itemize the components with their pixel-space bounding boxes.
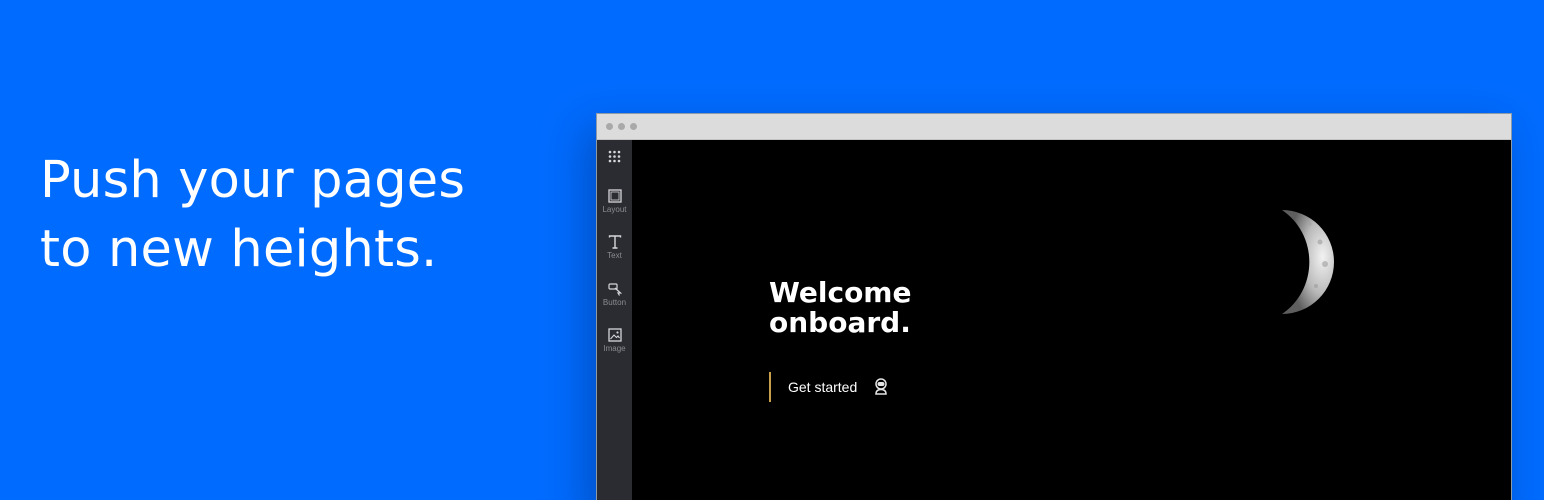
browser-titlebar [597, 114, 1511, 140]
browser-window: Layout Text Button Image Welcome onboard… [596, 113, 1512, 500]
hero-headline: Push your pages to new heights. [40, 146, 465, 284]
get-started-button[interactable]: Get started [769, 372, 889, 402]
sidebar-item-image[interactable]: Image [597, 328, 632, 353]
sidebar-item-label: Text [607, 251, 622, 260]
window-minimize-dot[interactable] [618, 123, 625, 130]
page-canvas: Welcome onboard. Get started [632, 140, 1511, 500]
sidebar-item-layout[interactable]: Layout [597, 189, 632, 214]
image-icon [607, 328, 622, 342]
grid-icon [608, 150, 621, 163]
sidebar-item-apps[interactable] [597, 150, 632, 163]
hero-headline-line-1: Push your pages [40, 151, 466, 210]
sidebar-item-label: Button [602, 298, 627, 307]
welcome-heading-line-1: Welcome [769, 276, 912, 309]
hero-headline-line-2: to new heights. [40, 220, 438, 279]
sidebar-item-button[interactable]: Button [597, 282, 632, 307]
button-icon [607, 283, 622, 296]
text-icon [608, 235, 621, 249]
sidebar-item-text[interactable]: Text [597, 235, 632, 260]
welcome-heading-line-2: onboard. [769, 306, 911, 339]
sidebar-item-label: Layout [602, 205, 627, 214]
astronaut-icon [875, 378, 888, 395]
sidebar-item-label: Image [603, 344, 626, 353]
layout-icon [607, 189, 622, 203]
welcome-heading: Welcome onboard. [769, 278, 911, 338]
moon-image [1282, 210, 1334, 314]
editor-sidebar: Layout Text Button Image [597, 140, 632, 500]
window-maximize-dot[interactable] [630, 123, 637, 130]
window-close-dot[interactable] [606, 123, 613, 130]
get-started-label: Get started [788, 379, 858, 395]
